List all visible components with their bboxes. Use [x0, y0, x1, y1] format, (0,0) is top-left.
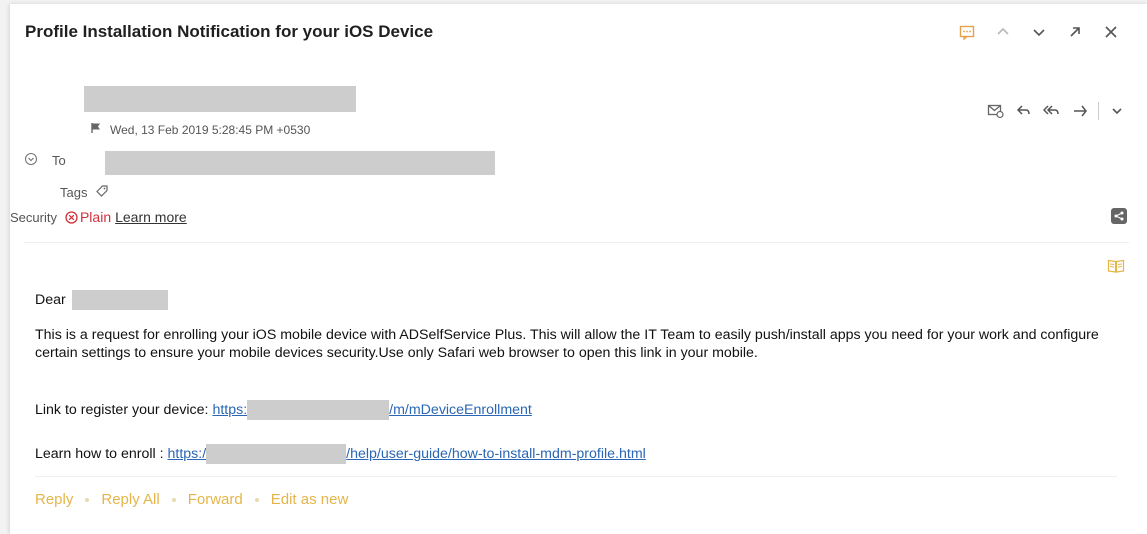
security-status: Plain: [65, 209, 111, 225]
quick-actions: Reply Reply All Forward Edit as new: [35, 491, 348, 508]
message-actions: [980, 100, 1129, 122]
enroll-link-start: https:/: [167, 445, 207, 462]
enroll-link-redacted: [206, 444, 347, 464]
register-label: Link to register your device:: [35, 402, 209, 418]
greeting-line: Dear: [35, 290, 1135, 310]
share-icon[interactable]: [1111, 208, 1127, 224]
security-status-text: Plain: [79, 209, 112, 225]
expand-recipients-icon[interactable]: [24, 152, 38, 169]
to-row: To: [24, 152, 66, 169]
reply-all-icon[interactable]: [1040, 100, 1064, 122]
action-separator: [1098, 102, 1099, 120]
email-date: Wed, 13 Feb 2019 5:28:45 PM +0530: [110, 122, 311, 137]
separator-dot: [254, 497, 259, 502]
register-link-end: /m/mDeviceEnrollment: [389, 401, 532, 418]
thread-view-icon[interactable]: [949, 20, 985, 44]
body-paragraph: This is a request for enrolling your iOS…: [35, 327, 1099, 361]
reading-mode-icon[interactable]: [1107, 258, 1125, 279]
enroll-line: Learn how to enroll : https:/ /help/user-…: [35, 444, 646, 464]
enroll-link-end: /help/user-guide/how-to-install-mdm-prof…: [346, 445, 646, 462]
security-label: Security: [10, 209, 57, 225]
learn-more-link[interactable]: Learn more: [115, 209, 187, 225]
register-link[interactable]: https: /m/mDeviceEnrollment: [212, 400, 532, 420]
footer-divider: [35, 476, 1117, 477]
popout-icon[interactable]: [1057, 20, 1093, 44]
tags-row: Tags: [60, 184, 109, 201]
recipient-name-redacted: [71, 290, 168, 310]
tags-label: Tags: [60, 185, 88, 200]
chevron-up-icon[interactable]: [985, 20, 1021, 44]
security-warning-icon: [65, 210, 78, 224]
recipient-redacted: [105, 151, 495, 175]
greeting: Dear: [35, 292, 66, 308]
email-body: Dear This is a request for enrolling you…: [35, 290, 1135, 464]
reply-all-link[interactable]: Reply All: [101, 491, 159, 508]
close-icon[interactable]: [1093, 20, 1129, 44]
sender-name-redacted: [84, 86, 356, 112]
enroll-link[interactable]: https:/ /help/user-guide/how-to-install-m…: [168, 444, 646, 464]
register-link-start: https:: [212, 401, 248, 418]
register-line: Link to register your device: https: /m/m…: [35, 400, 532, 420]
email-reading-pane: Profile Installation Notification for yo…: [10, 4, 1147, 534]
forward-icon[interactable]: [1068, 100, 1092, 122]
more-chevron-icon[interactable]: [1105, 100, 1129, 122]
tag-icon[interactable]: [95, 184, 109, 201]
forward-link[interactable]: Forward: [188, 491, 243, 508]
flag-icon[interactable]: [90, 122, 102, 137]
security-row: Security Plain Learn more: [10, 209, 187, 225]
email-date-line: Wed, 13 Feb 2019 5:28:45 PM +0530: [90, 122, 310, 137]
reply-icon[interactable]: [1012, 100, 1036, 122]
to-label: To: [52, 153, 66, 168]
mark-unread-icon[interactable]: [984, 100, 1008, 122]
reply-link[interactable]: Reply: [35, 491, 73, 508]
edit-as-new-link[interactable]: Edit as new: [271, 491, 349, 508]
window-controls: [949, 20, 1129, 44]
header-divider: [24, 242, 1129, 243]
enroll-label: Learn how to enroll :: [35, 446, 164, 462]
separator-dot: [171, 497, 176, 502]
chevron-down-icon[interactable]: [1021, 20, 1057, 44]
separator-dot: [85, 497, 90, 502]
email-subject: Profile Installation Notification for yo…: [25, 22, 434, 41]
register-link-redacted: [247, 400, 390, 420]
